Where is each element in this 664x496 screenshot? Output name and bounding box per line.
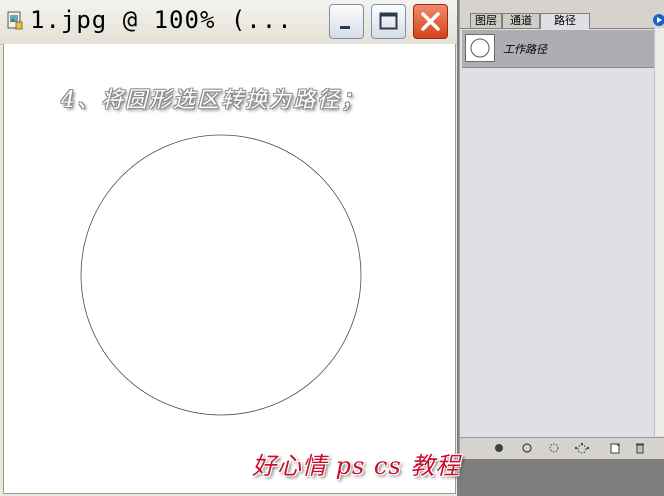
delete-path-icon[interactable] [633,442,647,454]
document-file-icon [7,10,23,30]
load-selection-icon[interactable] [547,442,561,454]
document-titlebar[interactable]: 1.jpg @ 100% (... [0,0,457,45]
fill-path-icon[interactable] [492,442,506,454]
stroke-path-icon[interactable] [520,442,534,454]
tab-layers[interactable]: 图层 [470,13,502,28]
paths-panel: 图层 通道 路径 工作路径 [459,0,664,459]
maximize-button[interactable] [371,4,406,39]
document-window: 1.jpg @ 100% (... 4、将圆形选区转换为路径； [0,0,457,496]
minimize-button[interactable] [329,4,364,39]
close-button[interactable] [413,4,448,39]
minimize-icon [340,26,350,29]
path-label: 工作路径 [503,43,547,56]
circle-thumbnail-icon [470,38,490,58]
new-path-icon[interactable] [608,442,622,454]
panel-footer [460,437,664,459]
panel-tabbar: 图层 通道 路径 [460,0,664,29]
panel-menu-button[interactable] [653,14,664,26]
tab-paths[interactable]: 路径 [540,13,590,29]
watermark: 好心情 ps cs 教程 [252,452,461,480]
path-thumbnail [465,34,495,62]
document-canvas[interactable]: 4、将圆形选区转换为路径； [3,44,456,494]
step-caption: 4、将圆形选区转换为路径； [61,88,365,113]
tab-channels[interactable]: 通道 [502,13,540,28]
maximize-icon [379,12,398,30]
document-title: 1.jpg @ 100% (... [30,6,293,34]
triangle-right-icon [657,17,662,23]
path-item-work-path[interactable]: 工作路径 [462,30,655,68]
panel-scrollbar[interactable] [654,28,664,436]
make-work-path-icon[interactable] [573,442,589,454]
close-icon [421,12,440,31]
